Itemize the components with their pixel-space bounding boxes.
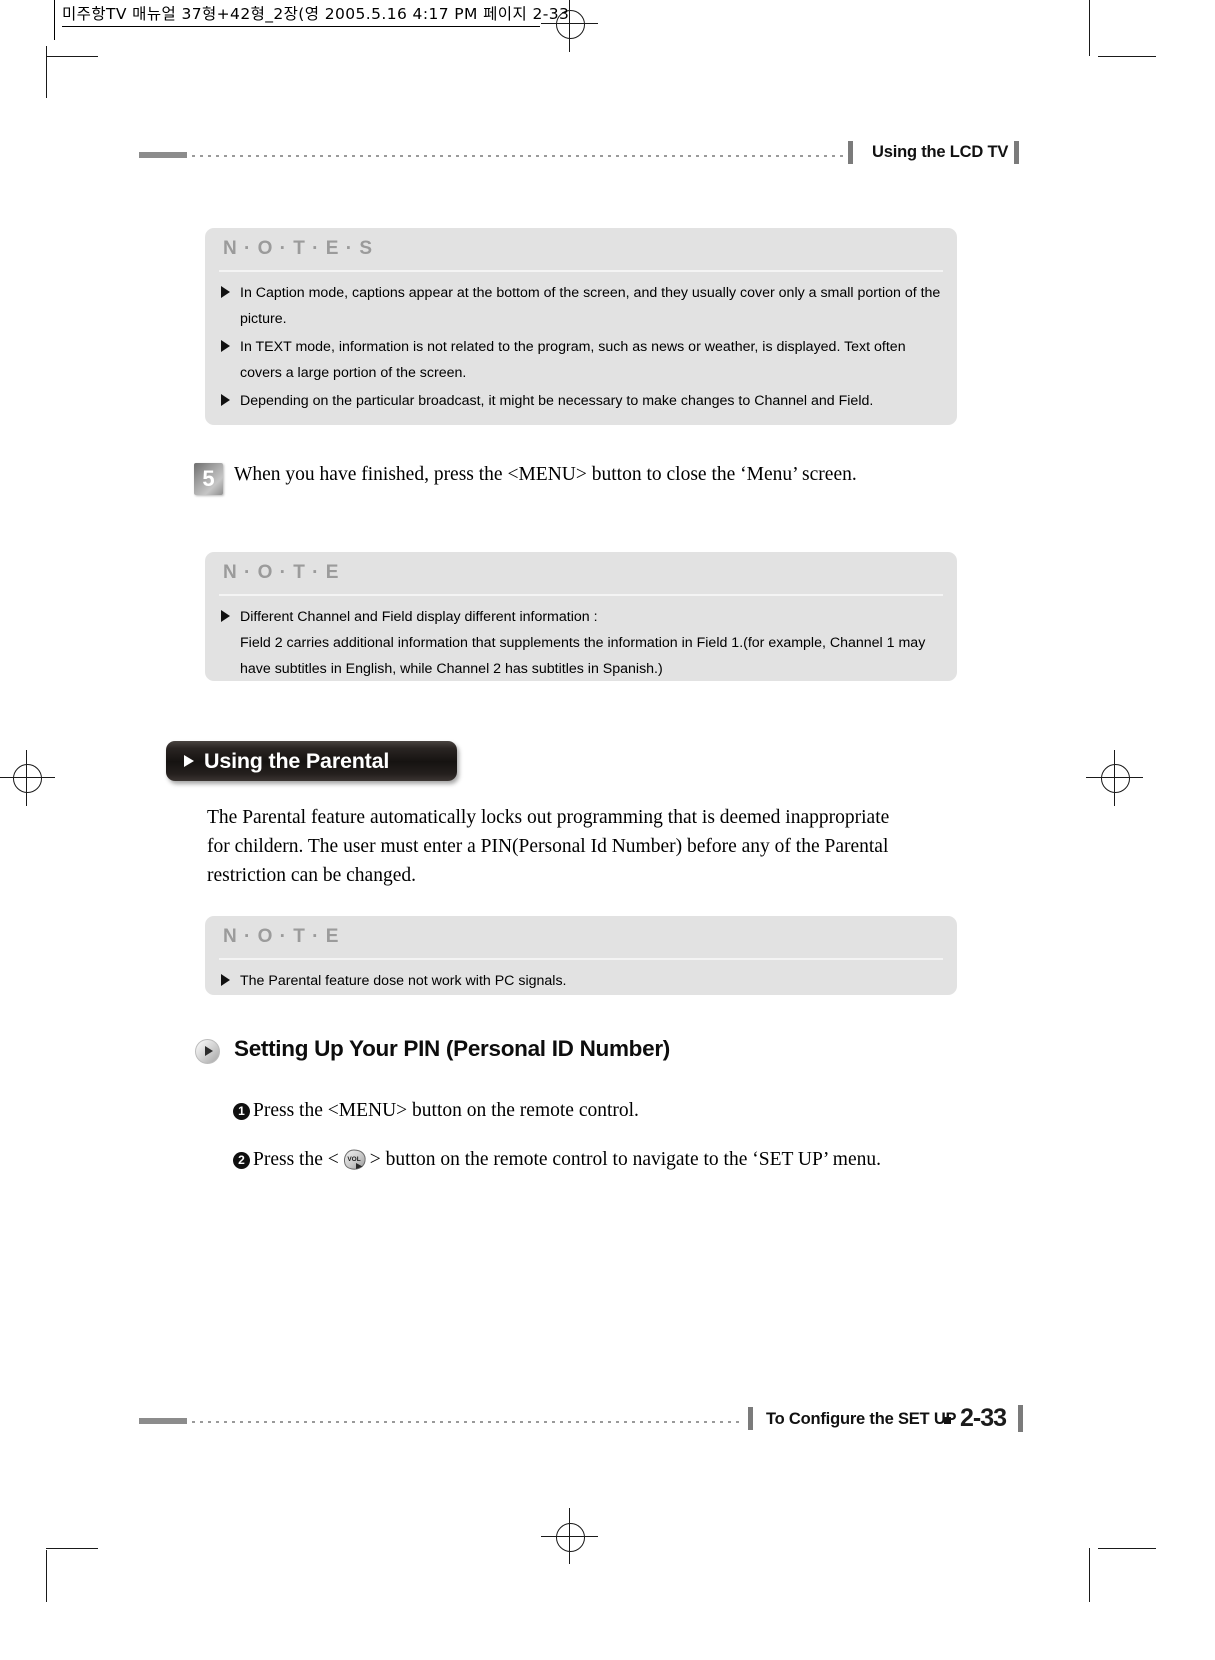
- crop-mark-bottom-right-h: [1098, 1548, 1156, 1550]
- crop-mark-bottom-left-v: [46, 1550, 48, 1602]
- step-bullet-1: 1: [233, 1103, 250, 1120]
- note-item-text: Different Channel and Field display diff…: [240, 609, 598, 625]
- triangle-bullet-icon: [221, 286, 230, 298]
- notes-box-pc-signals: N · O · T · E The Parental feature dose …: [205, 916, 957, 995]
- triangle-bullet-icon: [221, 394, 230, 406]
- parental-intro-paragraph: The Parental feature automatically locks…: [207, 807, 890, 886]
- notes-box-separator: [219, 958, 943, 960]
- vol-key-icon: VOL: [341, 1148, 368, 1171]
- section-banner-label: Using the Parental: [204, 749, 390, 773]
- triangle-bullet-icon: [221, 974, 230, 986]
- file-slug-text: 미주항TV 매뉴얼 37형+42형_2장(영 2005.5.16 4:17 PM…: [62, 5, 570, 23]
- notes-box-captions: N · O · T · E · S In Caption mode, capti…: [205, 228, 957, 425]
- footer-square-marker-icon: [944, 1417, 951, 1424]
- header-dotted-rule: [192, 155, 843, 157]
- step-number-badge-5: 5: [194, 463, 223, 495]
- numbered-step-1-text: Press the <MENU> button on the remote co…: [253, 1100, 639, 1121]
- notes-box-item-list: In Caption mode, captions appear at the …: [219, 280, 943, 416]
- registration-mark-left: [13, 764, 42, 793]
- note-item-text: Depending on the particular broadcast, i…: [240, 393, 874, 409]
- triangle-bullet-icon: [221, 610, 230, 622]
- svg-text:VOL: VOL: [347, 1156, 360, 1163]
- numbered-step-2: 2 Press the < VOL > button on the remote co…: [233, 1148, 881, 1171]
- numbered-step-2-text-after: > button on the remote control to naviga…: [369, 1149, 881, 1170]
- note-item: In TEXT mode, information is not related…: [219, 334, 943, 386]
- note-item-text: In TEXT mode, information is not related…: [240, 339, 906, 381]
- notes-box-separator: [219, 270, 943, 272]
- note-item-text: In Caption mode, captions appear at the …: [240, 285, 941, 327]
- crop-mark-top-left-v: [46, 46, 48, 98]
- triangle-bullet-icon: [221, 340, 230, 352]
- step-5-text: When you have finished, press the <MENU>…: [234, 464, 857, 485]
- note-item: Depending on the particular broadcast, i…: [219, 388, 943, 414]
- registration-line-left-h: [0, 777, 55, 778]
- header-dash: [139, 152, 187, 158]
- registration-line-bottom-v: [569, 1508, 570, 1564]
- header-bar-right: [1014, 141, 1019, 164]
- footer-bar-left: [748, 1407, 753, 1430]
- circle-arrow-right-icon: [195, 1039, 220, 1064]
- registration-line-right-v: [1114, 750, 1115, 806]
- footer-dash: [139, 1418, 187, 1424]
- slug-underline: [62, 26, 540, 28]
- crop-mark-top-right-v: [1089, 0, 1091, 56]
- notes-box-title: N · O · T · E · S: [223, 238, 373, 259]
- subsection-title: Setting Up Your PIN (Personal ID Number): [234, 1036, 670, 1061]
- note-item: In Caption mode, captions appear at the …: [219, 280, 943, 332]
- notes-box-channel-field: N · O · T · E Different Channel and Fiel…: [205, 552, 957, 681]
- notes-box-item-list: Different Channel and Field display diff…: [219, 604, 943, 682]
- section-banner-using-the-parental: Using the Parental: [166, 741, 457, 781]
- registration-line-left-v: [26, 750, 27, 806]
- notes-box-title: N · O · T · E: [223, 926, 340, 947]
- page-header-title: Using the LCD TV: [872, 143, 1009, 161]
- footer-bar-right: [1018, 1405, 1023, 1432]
- footer-page-number: 2-33: [960, 1404, 1007, 1432]
- footer-section-label: To Configure the SET UP: [766, 1410, 957, 1428]
- notes-box-item-list: The Parental feature dose not work with …: [219, 968, 943, 994]
- note-item: Different Channel and Field display diff…: [219, 604, 943, 630]
- note-item-text: The Parental feature dose not work with …: [240, 973, 567, 989]
- crop-mark-top-right-h: [1098, 56, 1156, 58]
- numbered-step-2-text-before: Press the <: [253, 1149, 339, 1170]
- notes-box-title: N · O · T · E: [223, 562, 340, 583]
- registration-mark-right: [1101, 764, 1130, 793]
- note-item-subtext: Field 2 carries additional information t…: [240, 635, 926, 677]
- footer-dotted-rule: [192, 1421, 744, 1423]
- header-bar-left: [848, 141, 853, 164]
- crop-mark-top-left-h: [46, 56, 98, 58]
- triangle-right-icon: [184, 755, 194, 767]
- notes-box-separator: [219, 594, 943, 596]
- note-item: The Parental feature dose not work with …: [219, 968, 943, 994]
- step-bullet-2: 2: [233, 1152, 250, 1169]
- crop-mark-bottom-right-v: [1089, 1548, 1091, 1602]
- slug-left-rule: [54, 0, 56, 40]
- registration-mark-bottom: [556, 1523, 585, 1552]
- numbered-step-1: 1 Press the <MENU> button on the remote c…: [233, 1100, 639, 1122]
- crop-mark-bottom-left-h: [46, 1548, 98, 1550]
